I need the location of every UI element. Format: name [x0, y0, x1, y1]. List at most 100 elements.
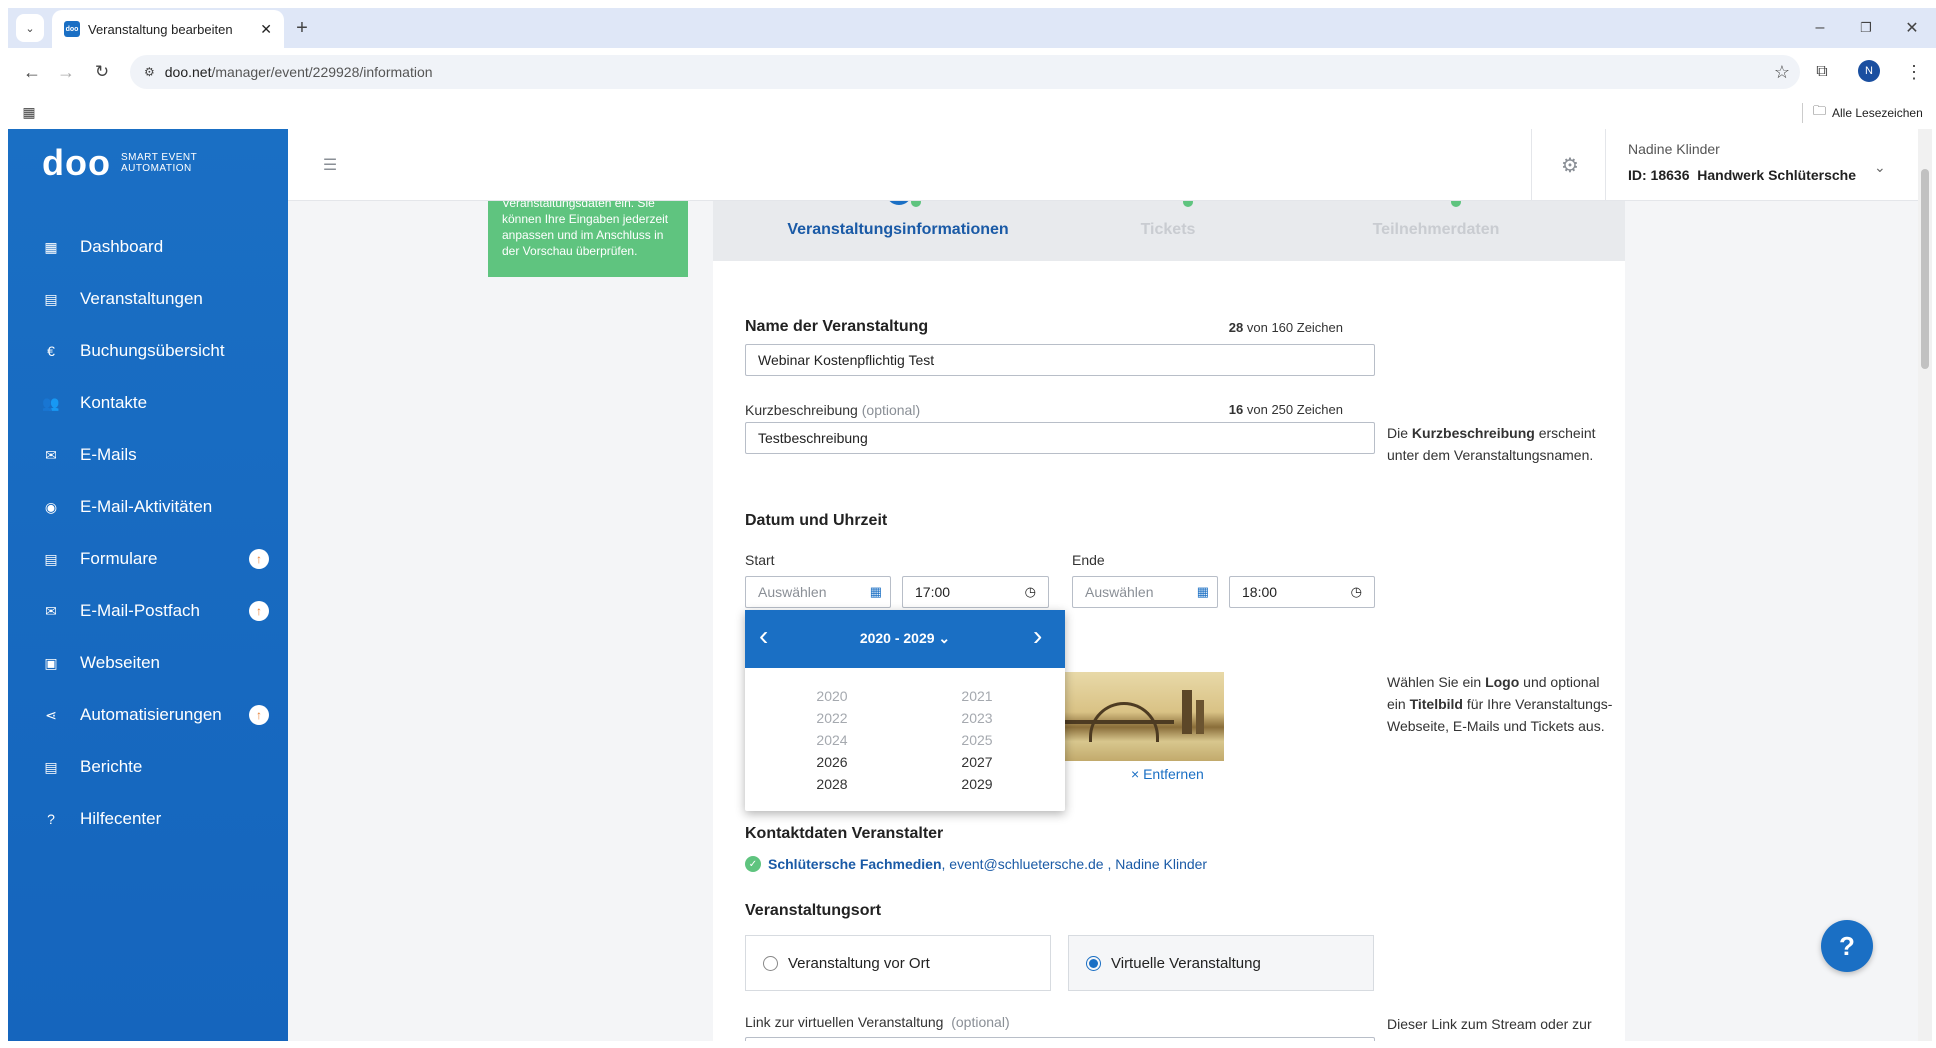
address-bar[interactable]: ⚙ doo.net /manager/event/229928/informat… — [130, 55, 1800, 89]
close-tab-icon[interactable]: ✕ — [260, 21, 272, 38]
org-name: Handwerk Schlütersche — [1697, 167, 1856, 183]
start-time-input[interactable]: 17:00 ◷ — [902, 576, 1049, 608]
image-help: Wählen Sie ein Logo und optional ein Tit… — [1387, 674, 1613, 734]
settings-gear-icon[interactable]: ⚙ — [1558, 153, 1582, 177]
sidebar-item-dashboard[interactable]: ▦ Dashboard — [8, 225, 288, 269]
header-divider — [1605, 129, 1606, 201]
bookmarks-bar: ▦ 🗀 Alle Lesezeichen — [8, 95, 1936, 129]
step-check-icon — [1451, 201, 1461, 207]
header-divider — [1531, 129, 1532, 201]
browser-toolbar: ← → ↻ ⚙ doo.net /manager/event/229928/in… — [8, 48, 1936, 95]
bridge-arch — [1089, 702, 1159, 742]
sidebar-item-label: E-Mail-Postfach — [80, 601, 200, 620]
browser-tab[interactable]: doo Veranstaltung bearbeiten ✕ — [52, 10, 284, 48]
next-decade-icon[interactable]: › — [1033, 620, 1042, 652]
page-scrollbar[interactable] — [1918, 129, 1932, 1041]
menu-kebab-icon[interactable]: ⋮ — [1904, 60, 1924, 84]
year-option: 2022 — [816, 710, 848, 726]
restore-icon[interactable]: ❐ — [1854, 16, 1878, 40]
event-name-counter: 28 von 160 Zeichen — [1228, 320, 1343, 335]
sidebar-item-berichte[interactable]: ▤ Berichte — [8, 745, 288, 789]
remove-image-link[interactable]: × Entfernen — [1131, 766, 1204, 782]
favicon-icon: doo — [64, 21, 80, 37]
user-name: Nadine Klinder — [1628, 141, 1720, 157]
virtual-link-help: Dieser Link zum Stream oder zur — [1387, 1016, 1592, 1032]
scrollbar-thumb[interactable] — [1921, 169, 1929, 369]
sidebar-item-label: Formulare — [80, 549, 158, 568]
help-button[interactable]: ? — [1821, 920, 1873, 972]
step-indicator — [886, 201, 912, 205]
year-option: 2024 — [816, 732, 848, 748]
sidebar-item-buchungsübersicht[interactable]: € Buchungsübersicht — [8, 329, 288, 373]
check-circle-icon: ✓ — [745, 856, 761, 872]
sidebar-item-hilfecenter[interactable]: ? Hilfecenter — [8, 797, 288, 841]
form-icon: ▤ — [44, 550, 58, 567]
year-picker: ‹ 2020 - 2029 ⌄ › 2020 2021 2022 2023 2024 20… — [745, 610, 1065, 811]
all-bookmarks[interactable]: 🗀 Alle Lesezeichen — [1802, 103, 1923, 123]
clock-icon: ◷ — [1350, 584, 1362, 599]
sidebar-item-veranstaltungen[interactable]: ▤ Veranstaltungen — [8, 277, 288, 321]
close-window-icon[interactable]: ✕ — [1900, 16, 1924, 40]
sidebar-item-automatisierungen[interactable]: ⋖ Automatisierungen ↑ — [8, 693, 288, 737]
apps-grid-icon[interactable]: ▦ — [18, 101, 40, 123]
calendar-icon: ▤ — [44, 290, 58, 307]
url-path: /manager/event/229928/information — [211, 64, 433, 80]
year-option[interactable]: 2028 — [802, 776, 862, 792]
location-virtual-option[interactable]: Virtuelle Veranstaltung — [1068, 935, 1374, 991]
end-time-input[interactable]: 18:00 ◷ — [1229, 576, 1375, 608]
contact-heading: Kontaktdaten Veranstalter — [745, 825, 944, 842]
main-content: Veranstaltungsdaten ein. Sie können Ihre… — [288, 201, 1928, 1041]
account-switcher[interactable]: Nadine Klinder ID: 18636 Handwerk Schlüt… — [1628, 141, 1898, 191]
decade-range-button[interactable]: 2020 - 2029 ⌄ — [845, 630, 965, 647]
year-option[interactable]: 2029 — [947, 776, 1007, 792]
app-header: ☰ ⚙ Nadine Klinder ID: 18636 Handwerk Sc… — [288, 129, 1928, 201]
upgrade-badge-icon: ↑ — [249, 549, 269, 569]
sidebar-item-label: Veranstaltungen — [80, 289, 203, 308]
contact-company[interactable]: Schlütersche Fachmedien — [768, 856, 942, 872]
back-icon[interactable]: ← — [20, 60, 44, 84]
share-icon: ⋖ — [45, 706, 57, 723]
contact-details[interactable]: , event@schluetersche.de , Nadine Klinde… — [942, 856, 1208, 872]
sidebar-item-webseiten[interactable]: ▣ Webseiten — [8, 641, 288, 685]
start-date-input[interactable]: Auswählen ▦ — [745, 576, 891, 608]
profile-avatar[interactable]: N — [1858, 60, 1880, 82]
extensions-icon[interactable]: ⧉ — [1810, 60, 1834, 84]
year-option: 2023 — [961, 710, 993, 726]
new-tab-icon[interactable]: + — [290, 16, 314, 40]
short-description-input[interactable]: Testbeschreibung — [745, 422, 1375, 454]
step-info[interactable]: Veranstaltungsinformationen — [783, 221, 1013, 239]
short-description-counter: 16 von 250 Zeichen — [1228, 402, 1343, 417]
location-onsite-option[interactable]: Veranstaltung vor Ort — [745, 935, 1051, 991]
start-label: Start — [745, 552, 775, 568]
reload-icon[interactable]: ↻ — [90, 60, 114, 84]
event-name-input[interactable]: Webinar Kostenpflichtig Test — [745, 344, 1375, 376]
tab-title: Veranstaltung bearbeiten — [88, 21, 233, 37]
tab-search-icon[interactable]: ⌄ — [16, 14, 44, 42]
collapse-sidebar-icon[interactable]: ☰ — [318, 153, 342, 177]
virtual-link-input[interactable] — [745, 1037, 1375, 1041]
year-option[interactable]: 2026 — [802, 754, 862, 770]
prev-decade-icon[interactable]: ‹ — [759, 620, 768, 652]
bookmark-star-icon[interactable]: ☆ — [1774, 62, 1790, 83]
event-name-label: Name der Veranstaltung — [745, 318, 929, 335]
step-tickets[interactable]: Tickets — [1053, 221, 1283, 239]
end-date-input[interactable]: Auswählen ▦ — [1072, 576, 1218, 608]
title-image[interactable] — [1064, 672, 1224, 761]
minimize-icon[interactable]: – — [1808, 16, 1832, 40]
dashboard-icon: ▦ — [44, 238, 58, 255]
people-icon: 👥 — [42, 394, 60, 411]
sidebar-item-e-mails[interactable]: ✉ E-Mails — [8, 433, 288, 477]
logo[interactable]: doo SMART EVENT AUTOMATION — [42, 142, 197, 183]
year-picker-header: ‹ 2020 - 2029 ⌄ › — [745, 610, 1065, 668]
sidebar-item-formulare[interactable]: ▤ Formulare ↑ — [8, 537, 288, 581]
year-option[interactable]: 2027 — [947, 754, 1007, 770]
folder-icon: 🗀 — [1813, 103, 1827, 118]
site-info-icon[interactable]: ⚙ — [144, 65, 155, 79]
sidebar-item-e-mail-postfach[interactable]: ✉ E-Mail-Postfach ↑ — [8, 589, 288, 633]
sidebar-item-kontakte[interactable]: 👥 Kontakte — [8, 381, 288, 425]
forward-icon[interactable]: → — [54, 60, 78, 84]
step-participants[interactable]: Teilnehmerdaten — [1321, 221, 1551, 239]
virtual-link-label: Link zur virtuellen Veranstaltung (optio… — [745, 1014, 1010, 1030]
sidebar-item-e-mail-aktivitäten[interactable]: ◉ E-Mail-Aktivitäten — [8, 485, 288, 529]
hint-box: Veranstaltungsdaten ein. Sie können Ihre… — [488, 201, 688, 277]
